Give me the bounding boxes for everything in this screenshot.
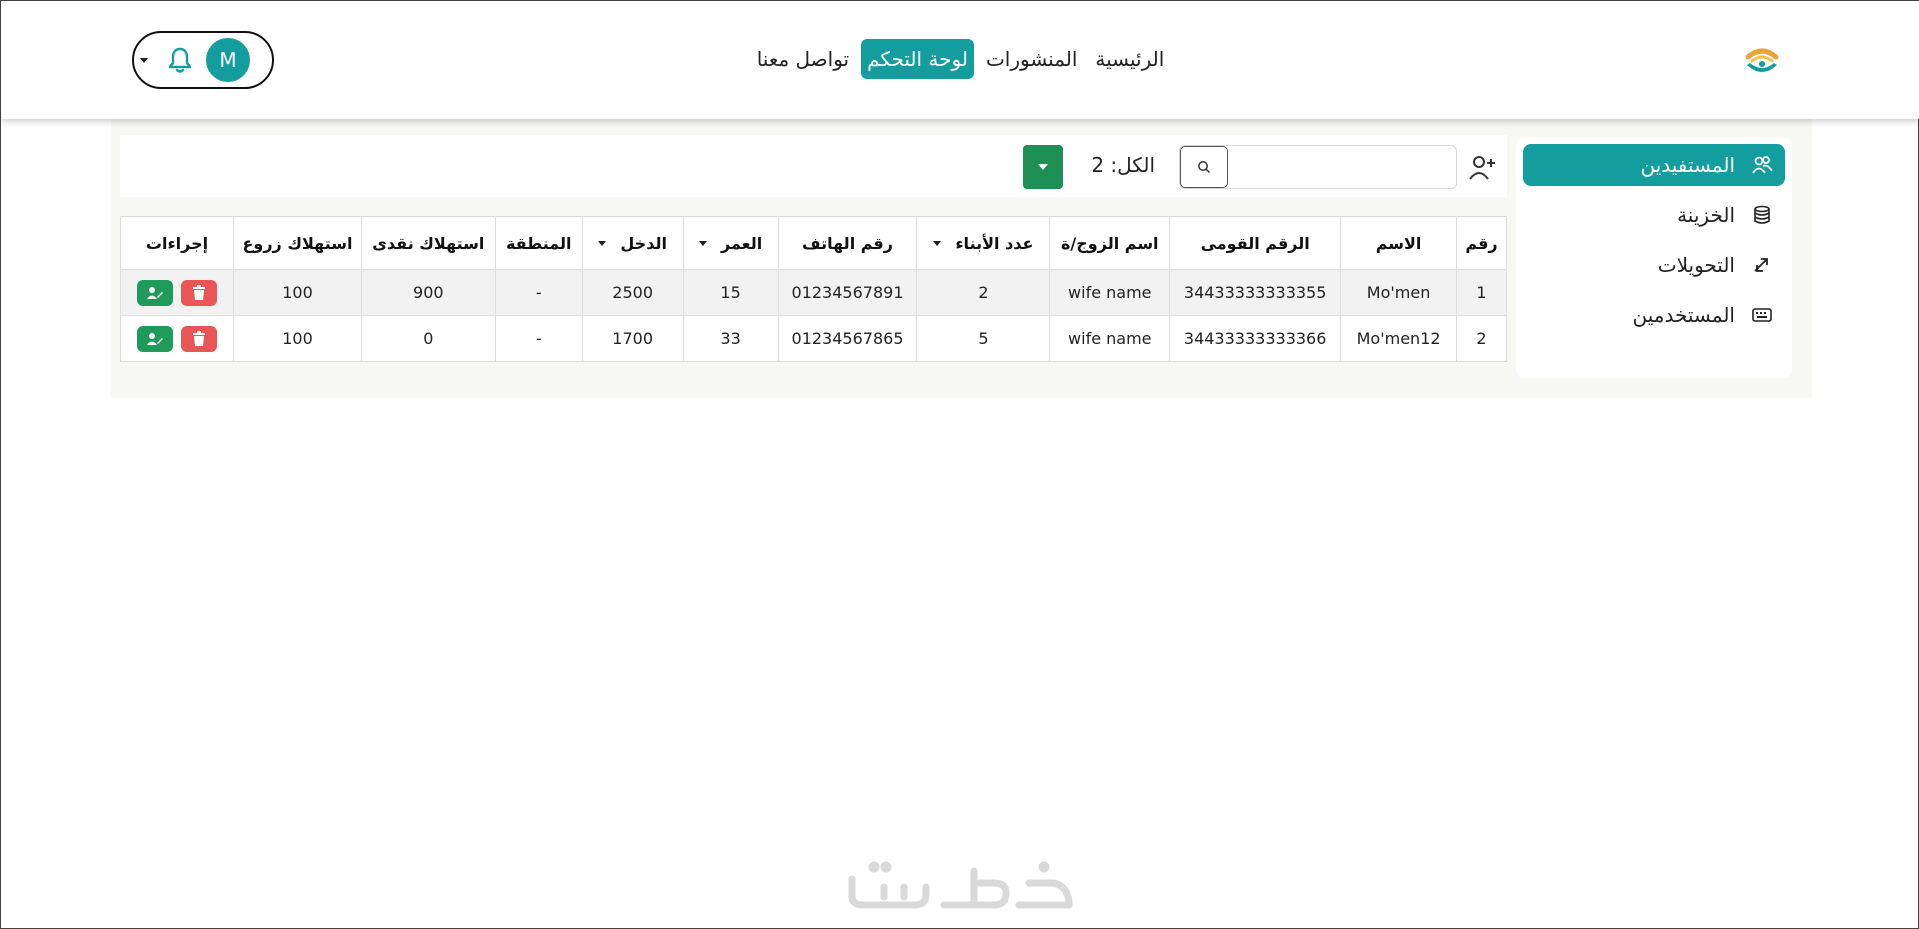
cell-national-id: 34433333333355 [1169,269,1342,316]
sidebar-item-transfers[interactable]: التحويلات [1523,244,1785,286]
col-header-label: العمر [720,233,763,253]
cell-number: 1 [1456,269,1507,316]
delete-button[interactable] [181,325,218,352]
beneficiaries-table: رقم الاسم الرقم القومى اسم الزوج/ة عدد ا… [119,216,1507,362]
sidebar-item-label: المستخدمين [1632,303,1735,327]
top-navbar: الرئيسية المنشورات لوحة التحكم تواصل معن… [1,1,1919,119]
sidebar: المستفيدين الخزينة التحويلات المستخدمين [1516,138,1792,378]
users-icon [1751,154,1773,176]
cell-age: 15 [682,269,779,316]
cell-children: 5 [916,315,1051,362]
col-header-actions: إجراءات [119,216,235,270]
col-header-cash-consumption[interactable]: استهلاك نقدى [360,216,496,270]
search-box [1179,145,1457,189]
sort-caret-icon[interactable] [698,240,707,246]
table-row: 1 Mo'men 34433333333355 wife name 2 0123… [119,269,1507,316]
bell-icon[interactable] [166,45,194,75]
cell-region: - [494,315,583,362]
table-header-row: رقم الاسم الرقم القومى اسم الزوج/ة عدد ا… [119,216,1507,270]
cell-cash-consumption: 900 [360,269,496,316]
chevron-down-icon[interactable] [140,57,148,63]
cell-crop-consumption: 100 [233,315,362,362]
cell-name: Mo'men12 [1340,315,1458,362]
nav-posts[interactable]: المنشورات [980,39,1083,79]
cell-spouse: wife name [1049,269,1171,316]
search-icon[interactable] [1180,146,1228,188]
cell-cash-consumption: 0 [360,315,496,362]
nav-home[interactable]: الرئيسية [1089,39,1170,79]
sidebar-item-beneficiaries[interactable]: المستفيدين [1523,144,1785,186]
cell-age: 33 [682,315,779,362]
delete-button[interactable] [181,279,218,306]
table-row: 2 Mo'men12 34433333333366 wife name 5 01… [119,315,1507,362]
transfer-icon [1751,254,1773,276]
cell-phone: 01234567891 [777,269,918,316]
sidebar-item-users[interactable]: المستخدمين [1523,294,1785,336]
sort-caret-icon[interactable] [933,240,942,246]
cell-name: Mo'men [1340,269,1458,316]
nav-dashboard[interactable]: لوحة التحكم [861,39,974,79]
watermark-logo [844,857,1076,913]
col-header-phone[interactable]: رقم الهاتف [777,216,918,270]
col-header-region[interactable]: المنطقة [494,216,583,270]
edit-user-button[interactable] [137,279,174,306]
cell-children: 2 [916,269,1051,316]
cell-actions [119,269,235,316]
cell-number: 2 [1456,315,1507,362]
cell-region: - [494,269,583,316]
cell-actions [119,315,235,362]
table-toolbar: الكل: 2 [120,135,1507,197]
add-user-icon[interactable] [1467,153,1497,181]
sidebar-item-label: المستفيدين [1640,153,1735,177]
search-input[interactable] [1228,146,1456,188]
col-header-label: الدخل [620,233,667,253]
col-header-children[interactable]: عدد الأبناء [916,216,1051,270]
filter-dropdown-button[interactable] [1023,145,1063,189]
cell-phone: 01234567865 [777,315,918,362]
sidebar-item-treasury[interactable]: الخزينة [1523,194,1785,236]
col-header-number[interactable]: رقم [1456,216,1507,270]
chevron-down-icon [1038,164,1048,170]
nav-contact[interactable]: تواصل معنا [751,39,855,79]
keyboard-icon [1751,304,1773,326]
col-header-label: عدد الأبناء [955,233,1034,253]
col-header-national-id[interactable]: الرقم القومى [1169,216,1342,270]
col-header-spouse[interactable]: اسم الزوج/ة [1049,216,1171,270]
cell-crop-consumption: 100 [233,269,362,316]
col-header-income[interactable]: الدخل [581,216,684,270]
edit-user-button[interactable] [137,325,174,352]
total-count: الكل: 2 [1091,153,1155,177]
sort-caret-icon[interactable] [598,240,607,246]
col-header-crop-consumption[interactable]: استهلاك زروع [233,216,362,270]
avatar[interactable]: M [206,38,250,82]
col-header-name[interactable]: الاسم [1340,216,1458,270]
col-header-age[interactable]: العمر [682,216,779,270]
coins-icon [1751,204,1773,226]
user-menu[interactable]: M [132,31,274,89]
main-nav: الرئيسية المنشورات لوحة التحكم تواصل معن… [1,39,1919,79]
sidebar-item-label: الخزينة [1677,203,1735,227]
cell-income: 1700 [581,315,684,362]
cell-spouse: wife name [1049,315,1171,362]
sidebar-item-label: التحويلات [1657,253,1735,277]
cell-national-id: 34433333333366 [1169,315,1342,362]
cell-income: 2500 [581,269,684,316]
